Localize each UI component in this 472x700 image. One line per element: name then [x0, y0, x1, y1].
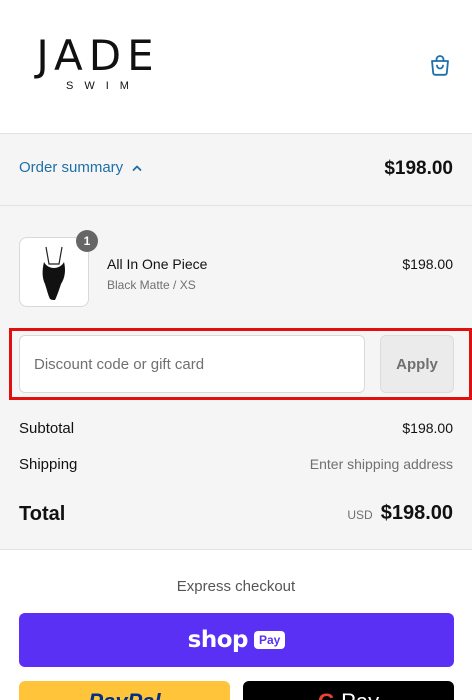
product-price: $198.00: [402, 256, 453, 272]
paypal-wordmark: PayPal: [88, 689, 160, 700]
google-g-icon: G: [318, 689, 335, 700]
shop-pay-badge: Pay: [253, 631, 286, 649]
google-pay-button[interactable]: G Pay: [243, 681, 454, 700]
express-checkout-label: Express checkout: [176, 578, 296, 595]
order-summary-toggle[interactable]: Order summary: [19, 159, 143, 176]
apply-discount-button[interactable]: Apply: [380, 335, 454, 393]
product-variant: Black Matte / XS: [107, 278, 196, 292]
subtotal-value: $198.00: [402, 420, 453, 436]
total-label: Total: [19, 503, 66, 525]
subtotal-label: Subtotal: [19, 420, 75, 437]
order-summary-label: Order summary: [19, 159, 124, 176]
order-summary-panel: 1 All In One Piece Black Matte / XS $198…: [0, 206, 472, 550]
shop-pay-wordmark: shop: [187, 627, 249, 653]
currency-code: USD: [347, 508, 373, 522]
checkout-header: JADE SWIM: [0, 0, 472, 134]
google-pay-label: Pay: [341, 689, 379, 700]
total-amount-group: USD $198.00: [347, 502, 453, 525]
logo-wordmark: JADE: [36, 31, 160, 80]
chevron-up-icon: [132, 165, 142, 171]
shipping-value: Enter shipping address: [309, 456, 453, 472]
shipping-label: Shipping: [19, 456, 78, 473]
store-logo[interactable]: JADE SWIM: [36, 31, 160, 93]
total-amount: $198.00: [380, 502, 453, 524]
paypal-button[interactable]: PayPal: [19, 681, 230, 700]
shopping-bag-icon[interactable]: [428, 53, 452, 77]
product-name: All In One Piece: [107, 256, 208, 272]
logo-subtitle: SWIM: [66, 80, 140, 92]
order-summary-bar: Order summary $198.00: [0, 134, 472, 206]
order-summary-total: $198.00: [384, 158, 453, 179]
quantity-badge: 1: [76, 230, 98, 252]
shop-pay-button[interactable]: shop Pay: [19, 613, 454, 667]
discount-code-input[interactable]: [19, 335, 365, 393]
